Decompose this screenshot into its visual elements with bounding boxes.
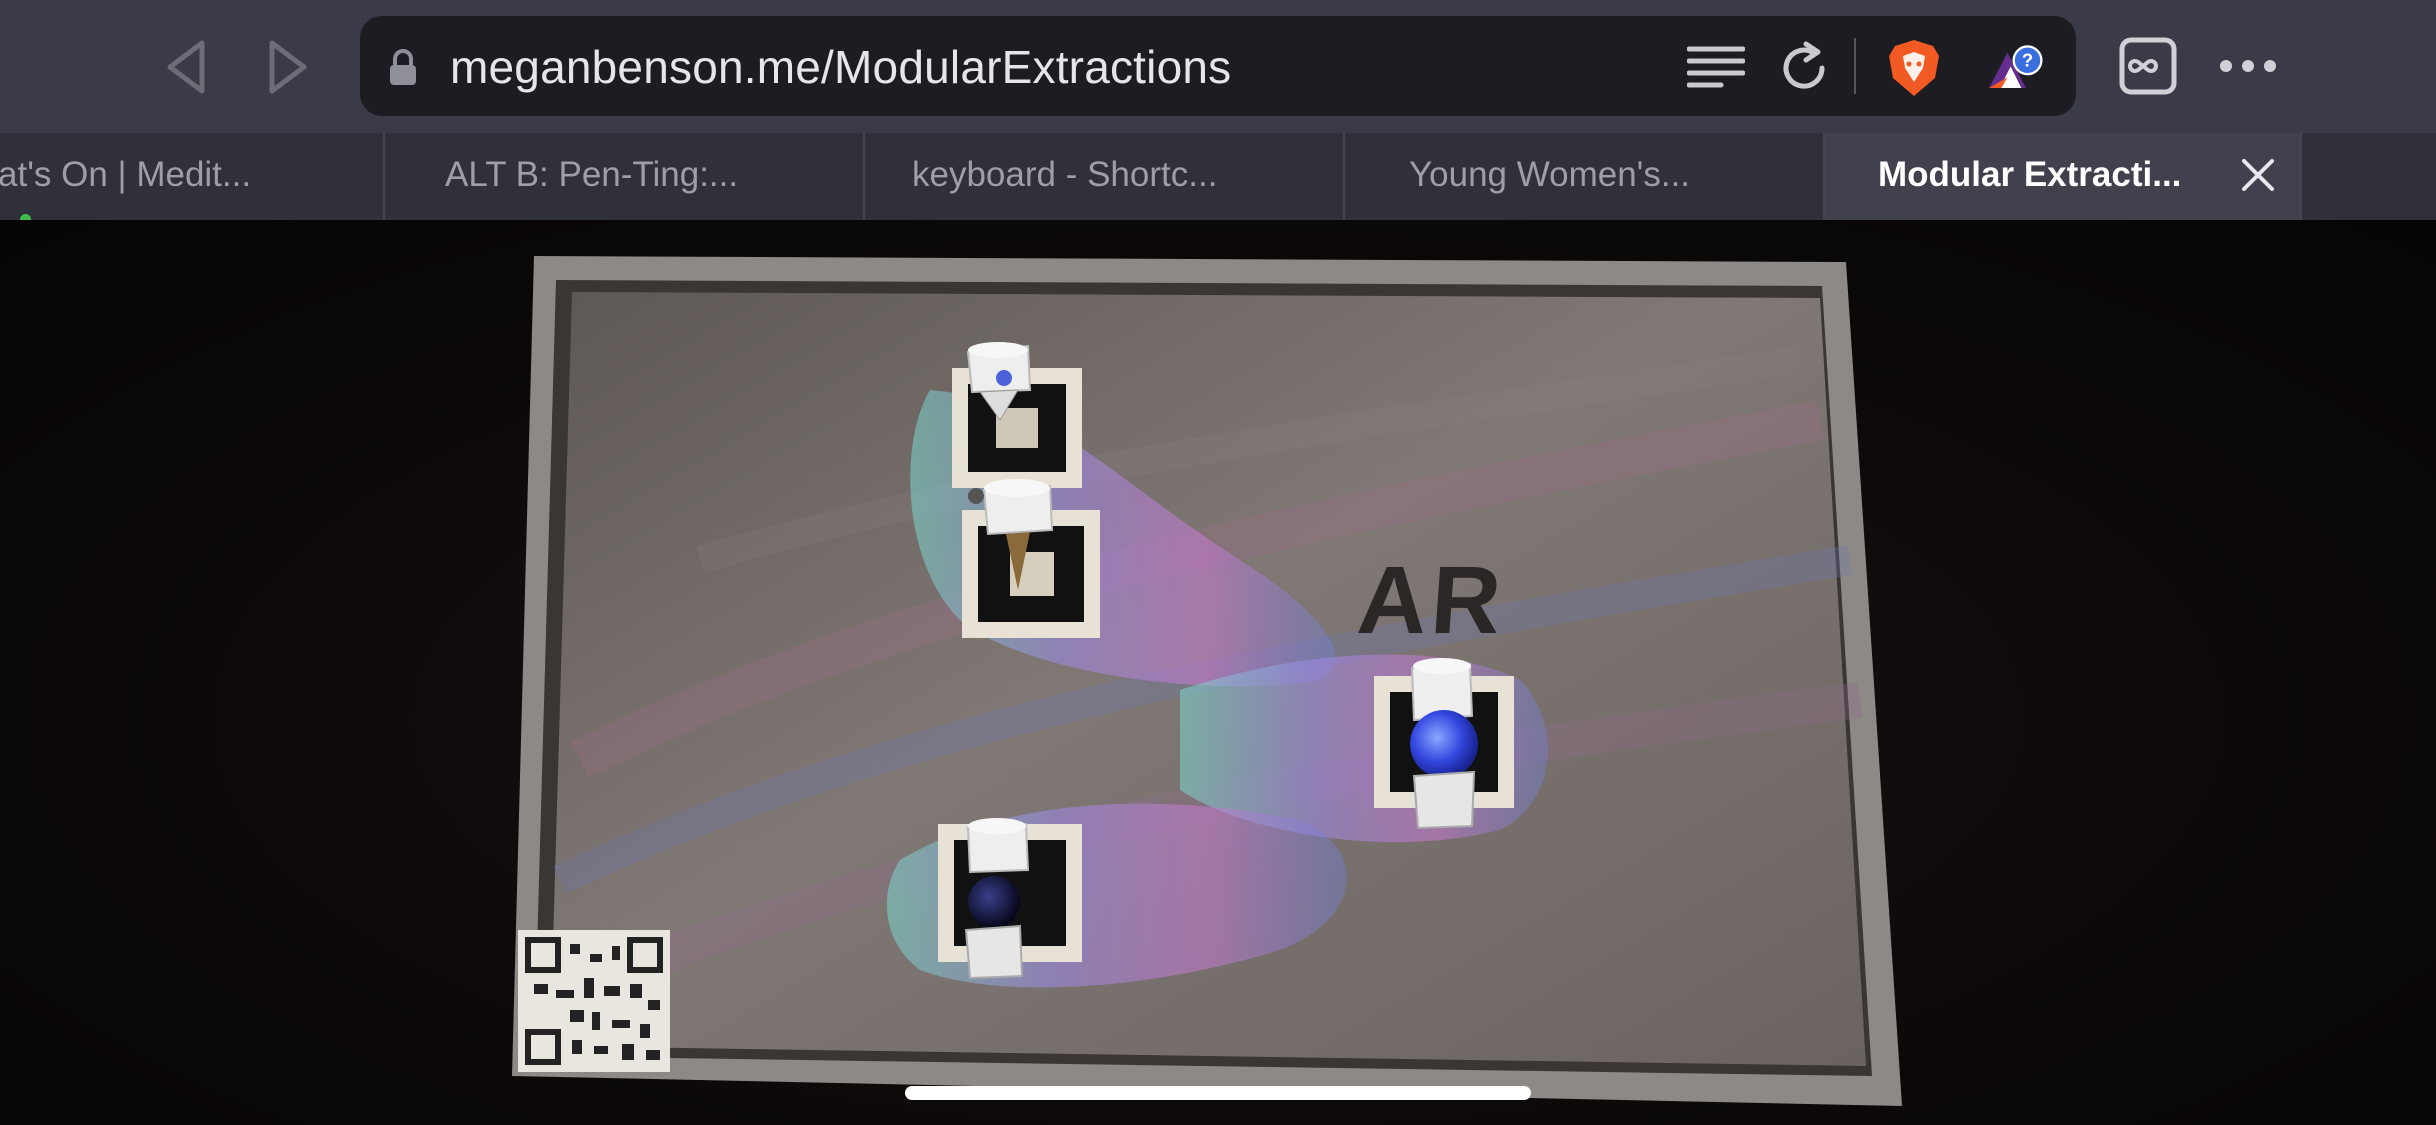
poster-ar-text: AR: [1354, 547, 1509, 654]
divider: [1854, 38, 1856, 94]
home-indicator[interactable]: [905, 1086, 1531, 1100]
ellipsis-icon: [2220, 60, 2276, 72]
tab-3[interactable]: keyboard - Shortc...: [865, 133, 1345, 220]
ar-camera-view[interactable]: AR: [0, 220, 2436, 1125]
tab-2[interactable]: ALT B: Pen-Ting:...: [385, 133, 865, 220]
more-menu-button[interactable]: [2216, 34, 2280, 98]
tab-strip: at's On | Medit... ALT B: Pen-Ting:... k…: [0, 133, 2436, 220]
tab-title: Young Women's...: [1409, 155, 1691, 194]
browser-toolbar: meganbenson.me/ModularExtractions ?: [0, 0, 2436, 133]
tab-title: ALT B: Pen-Ting:...: [445, 155, 739, 194]
ar-object-3: [1410, 658, 1478, 830]
address-bar[interactable]: meganbenson.me/ModularExtractions ?: [360, 16, 2076, 116]
brave-shields-icon[interactable]: [1884, 38, 1944, 98]
back-button[interactable]: [156, 36, 218, 98]
tabs-overview-button[interactable]: [2116, 34, 2180, 98]
ar-scene: [512, 256, 1902, 1106]
brave-rewards-icon[interactable]: ?: [1986, 38, 2046, 98]
reader-mode-icon[interactable]: [1686, 38, 1746, 98]
close-tab-icon[interactable]: [2238, 155, 2278, 195]
tab-4[interactable]: Young Women's...: [1345, 133, 1825, 220]
tab-title: at's On | Medit...: [0, 155, 252, 194]
tab-switcher-icon: [2119, 37, 2177, 95]
tab-title: Modular Extracti...: [1878, 155, 2182, 194]
tab-1[interactable]: at's On | Medit...: [0, 133, 385, 220]
qr-code: [518, 930, 670, 1072]
tab-active[interactable]: Modular Extracti...: [1825, 133, 2302, 220]
forward-arrow-icon: [269, 40, 307, 94]
reload-icon[interactable]: [1774, 38, 1834, 98]
url-text: meganbenson.me/ModularExtractions: [450, 41, 1232, 93]
lock-icon: [386, 48, 420, 93]
tab-title: keyboard - Shortc...: [912, 155, 1218, 194]
forward-button[interactable]: [256, 36, 318, 98]
back-arrow-icon: [167, 40, 205, 94]
ar-object-4: [964, 818, 1030, 980]
rewards-badge: ?: [2022, 49, 2033, 70]
